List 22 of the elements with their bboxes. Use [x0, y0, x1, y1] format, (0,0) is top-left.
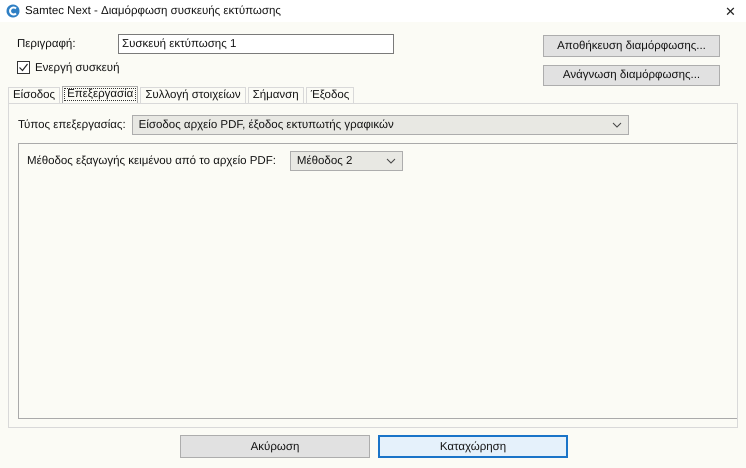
- config-button[interactable]: Ανάγνωση διαμόρφωσης...: [543, 64, 720, 86]
- processing-type-dropdown[interactable]: Είσοδος αρχείο PDF, έξοδος εκτυπωτής γραφικών: [132, 115, 629, 135]
- tab[interactable]: Συλλογή στοιχείων: [140, 87, 246, 103]
- checkbox-label: Ενεργή συσκευή: [35, 62, 120, 74]
- tab[interactable]: Σήμανση: [248, 87, 304, 103]
- app-logo-icon: [6, 4, 20, 18]
- chevron-down-icon: [612, 122, 622, 128]
- cancel-button[interactable]: Ακύρωση: [180, 435, 370, 458]
- extraction-method-dropdown[interactable]: Μέθοδος 2: [290, 151, 403, 171]
- tab[interactable]: Έξοδος: [306, 87, 354, 103]
- checkbox[interactable]: [17, 61, 30, 74]
- tab[interactable]: Επεξεργασία: [62, 86, 138, 103]
- window-title: Samtec Next - Διαμόρφωση συσκευής εκτύπωσης: [25, 5, 282, 17]
- description-label: Περιγραφή:: [17, 38, 77, 50]
- config-button[interactable]: Αποθήκευση διαμόρφωσης...: [543, 35, 720, 56]
- description-field[interactable]: Συσκευή εκτύπωσης 1: [118, 34, 394, 54]
- tab[interactable]: Είσοδος: [8, 87, 60, 103]
- processing-type-label: Τύπος επεξεργασίας:: [18, 119, 126, 131]
- chevron-down-icon: [386, 158, 396, 164]
- extraction-method-label: Μέθοδος εξαγωγής κειμένου από το αρχείο PDF:: [27, 155, 276, 167]
- close-button[interactable]: ✕: [721, 4, 740, 18]
- ok-button[interactable]: Καταχώρηση: [378, 435, 568, 458]
